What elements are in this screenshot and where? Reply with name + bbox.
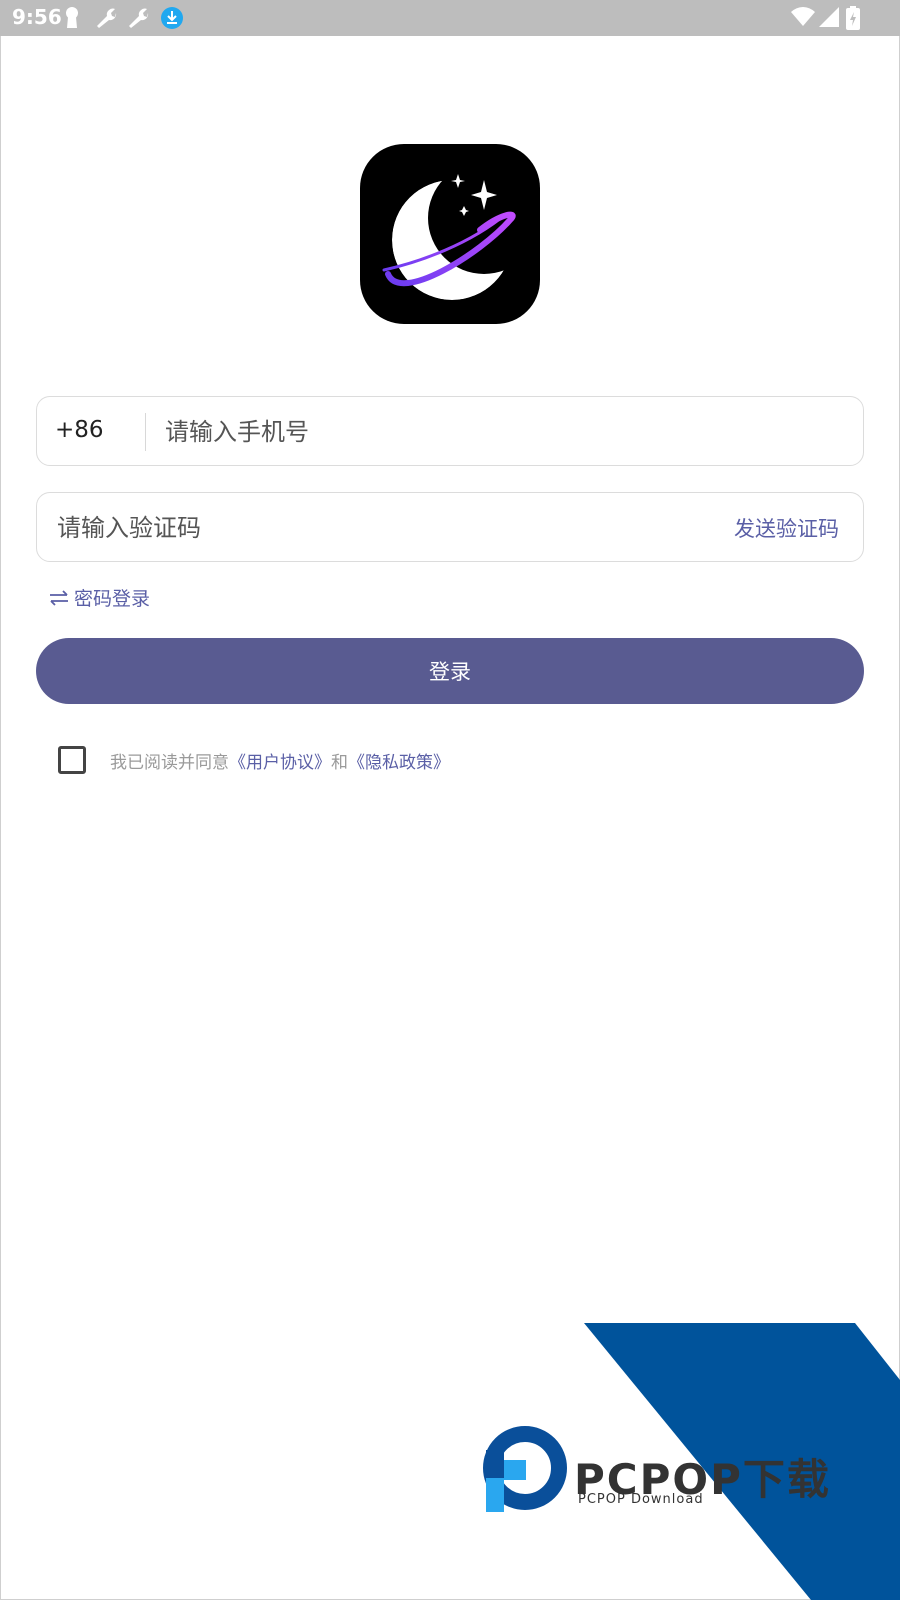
verification-code-input[interactable] [55, 493, 699, 563]
agreement-row: 我已阅读并同意《用户协议》和《隐私政策》 [58, 745, 450, 775]
user-agreement-link[interactable]: 《用户协议》 [229, 753, 331, 773]
status-bar: 9:56 [0, 0, 900, 36]
privacy-policy-link[interactable]: 《隐私政策》 [348, 753, 450, 773]
send-code-button[interactable]: 发送验证码 [734, 513, 839, 543]
swap-arrows-icon [50, 589, 68, 606]
battery-charging-icon [846, 6, 860, 30]
login-button[interactable]: 登录 [36, 638, 864, 704]
phone-field: +86 [36, 396, 864, 467]
signal-icon [819, 7, 839, 27]
agreement-prefix: 我已阅读并同意 [110, 752, 229, 773]
country-code-selector[interactable]: +86 [55, 417, 104, 443]
password-login-label: 密码登录 [74, 588, 151, 610]
download-badge-icon [161, 7, 183, 29]
agreement-conjunction: 和 [331, 752, 348, 773]
app-logo [360, 144, 540, 324]
status-time: 9:56 [12, 5, 62, 29]
wifi-icon [791, 7, 815, 26]
prefix-divider [145, 413, 146, 451]
phone-input[interactable] [163, 397, 847, 467]
agreement-checkbox[interactable] [58, 746, 86, 774]
verification-code-field: 发送验证码 [36, 492, 864, 563]
moon-orbit-icon [360, 144, 540, 324]
password-login-switch[interactable]: 密码登录 [48, 584, 150, 611]
agreement-text: 我已阅读并同意《用户协议》和《隐私政策》 [110, 748, 450, 773]
keyhole-icon [66, 7, 78, 28]
wrench-icon [97, 8, 117, 28]
wrench-icon [129, 8, 149, 28]
